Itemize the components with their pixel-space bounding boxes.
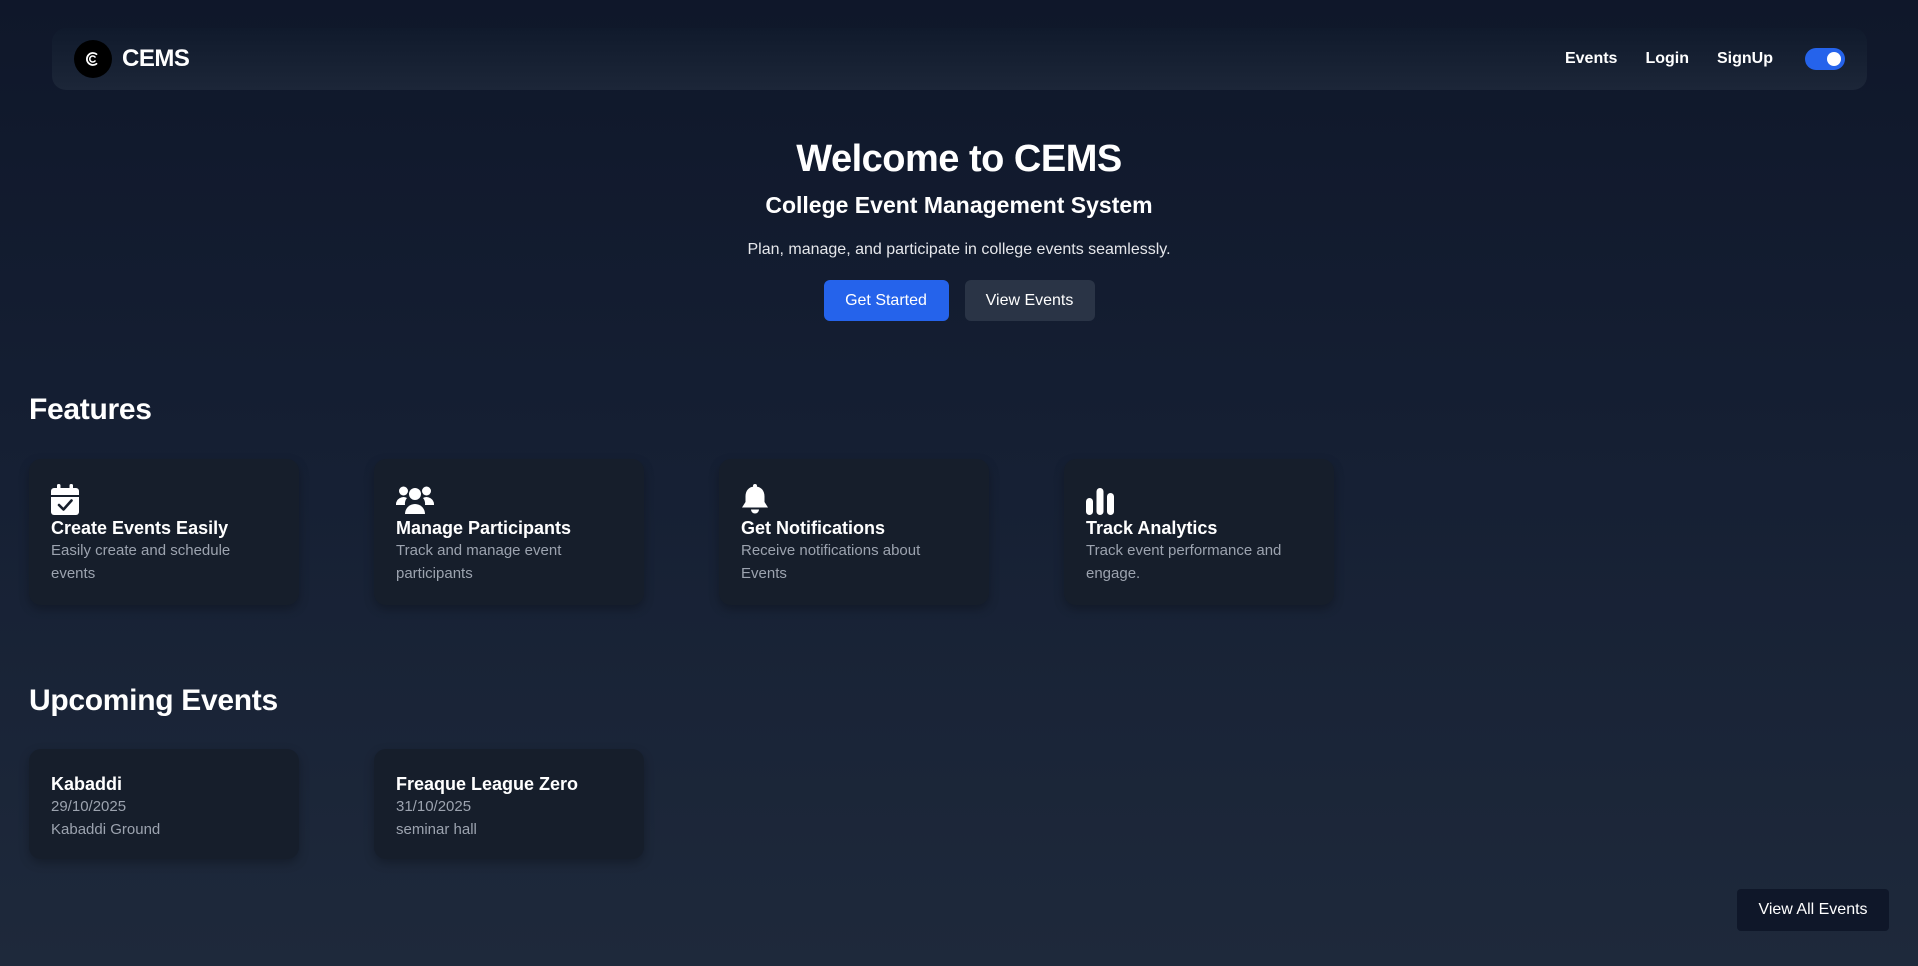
feature-card-manage-participants: Manage Participants Track and manage eve… (374, 459, 644, 605)
feature-title: Create Events Easily (51, 518, 229, 538)
hero-description: Plan, manage, and participate in college… (747, 241, 1171, 258)
event-card[interactable]: Kabaddi 29/10/2025 Kabaddi Ground (29, 749, 299, 859)
nav-link-events[interactable]: Events (1565, 50, 1617, 68)
event-venue: Kabaddi Ground (51, 821, 161, 838)
feature-title: Manage Participants (396, 518, 572, 538)
feature-description: Easily create and schedule events (51, 542, 231, 582)
users-icon (396, 481, 622, 515)
bell-icon (741, 481, 967, 515)
nav-links: Events Login SignUp (1565, 48, 1845, 70)
get-started-button[interactable]: Get Started (823, 280, 949, 321)
brand-name: CEMS (122, 45, 190, 72)
navbar: CEMS Events Login SignUp (52, 28, 1867, 90)
logo-icon (74, 40, 112, 78)
nav-link-signup[interactable]: SignUp (1717, 50, 1773, 68)
upcoming-events-heading: Upcoming Events (29, 684, 278, 717)
feature-description: Receive notifications about Events (741, 542, 921, 582)
feature-title: Track Analytics (1086, 518, 1218, 538)
hero-section: Welcome to CEMS College Event Management… (0, 132, 1918, 321)
nav-link-login[interactable]: Login (1645, 50, 1689, 68)
feature-title: Get Notifications (741, 518, 886, 538)
feature-description: Track and manage event participants (396, 542, 562, 582)
bar-chart-icon (1086, 481, 1312, 515)
view-events-button[interactable]: View Events (964, 280, 1095, 321)
hero-subtitle: College Event Management System (765, 192, 1153, 218)
features-heading: Features (29, 393, 152, 426)
hero-buttons: Get Started View Events (0, 280, 1918, 321)
event-card[interactable]: Freaque League Zero 31/10/2025 seminar h… (374, 749, 644, 859)
event-venue: seminar hall (396, 821, 477, 838)
view-all-events-button[interactable]: View All Events (1737, 889, 1889, 931)
feature-card-create-events: Create Events Easily Easily create and s… (29, 459, 299, 605)
feature-card-analytics: Track Analytics Track event performance … (1064, 459, 1334, 605)
feature-card-notifications: Get Notifications Receive notifications … (719, 459, 989, 605)
hero-title: Welcome to CEMS (796, 138, 1122, 180)
theme-toggle[interactable] (1805, 48, 1845, 70)
event-name: Freaque League Zero (396, 774, 579, 794)
brand[interactable]: CEMS (74, 40, 190, 78)
event-date: 29/10/2025 (51, 798, 127, 815)
event-name: Kabaddi (51, 774, 123, 794)
toggle-knob (1827, 52, 1841, 66)
feature-description: Track event performance and engage. (1086, 542, 1282, 582)
calendar-check-icon (51, 481, 277, 515)
event-date: 31/10/2025 (396, 798, 472, 815)
